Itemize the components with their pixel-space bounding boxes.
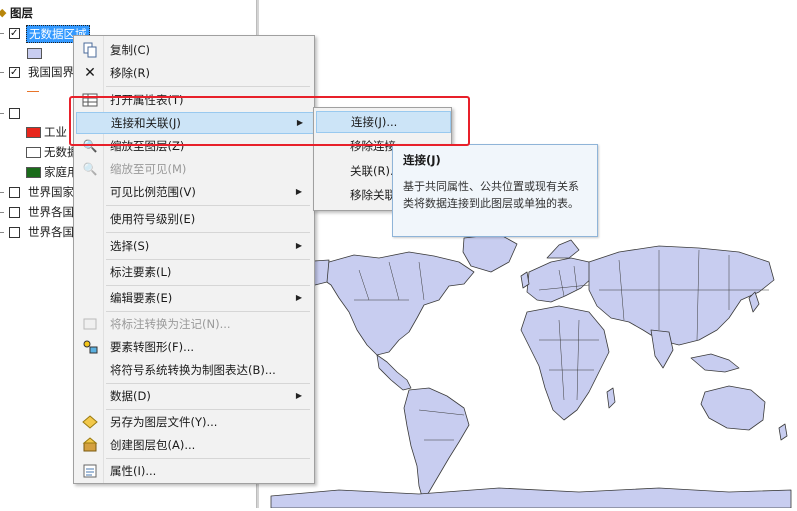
menu-item-zoom-to-visible[interactable]: 🔍 缩放至可见(M) [76,158,312,180]
menu-separator [106,285,310,286]
toc-header-label: 图层 [10,6,33,20]
tree-line [0,33,4,34]
line-symbol [27,91,39,92]
submenu-arrow-icon: ▶ [295,293,302,302]
world-map [270,233,792,509]
layer-file-icon [82,414,98,430]
layers-icon: ◆ [0,6,7,19]
polygon-symbol-swatch [27,48,42,59]
toc-layer-label[interactable]: 世界国家 [28,183,74,201]
menu-item-data[interactable]: 数据(D) ▶ [76,385,312,407]
menu-separator [106,205,310,206]
tree-line [0,192,4,193]
tree-line [0,72,4,73]
menu-separator [106,232,310,233]
layer-visibility-checkbox[interactable] [9,187,20,198]
menu-separator [106,86,310,87]
madagascar-landmass [606,387,616,409]
menu-item-create-layer-package[interactable]: 创建图层包(A)... [76,434,312,456]
submenu-arrow-icon: ▶ [295,391,302,400]
menu-item-convert-labels-to-annotation[interactable]: 将标注转换为注记(N)... [76,313,312,335]
layer-visibility-checkbox[interactable] [9,108,20,119]
legend-label: 工业 [44,125,67,139]
menu-item-convert-features-to-graphics[interactable]: 要素转图形(F)... [76,336,312,358]
central-america-landmass [376,354,412,391]
tree-line [0,232,4,233]
menu-item-save-as-layer-file[interactable]: 另存为图层文件(Y)... [76,411,312,433]
layer-context-menu: 复制(C) ✕ 移除(R) 打开属性表(T) 连接和关联(J) ▶ 🔍 缩放至图… [73,35,315,484]
menu-separator [106,383,310,384]
submenu-item-join[interactable]: 连接(J)... [316,111,451,133]
africa-landmass [520,305,610,421]
toc-layer-label[interactable]: 世界各国 [28,203,74,221]
menu-item-remove[interactable]: ✕ 移除(R) [76,62,312,84]
menu-item-open-attribute-table[interactable]: 打开属性表(T) [76,89,312,111]
zoom-visible-icon: 🔍 [82,162,98,176]
submenu-arrow-icon: ▶ [296,118,303,127]
submenu-arrow-icon: ▶ [295,187,302,196]
menu-item-copy[interactable]: 复制(C) [76,39,312,61]
zoom-to-layer-icon: 🔍 [82,139,98,153]
submenu-arrow-icon: ▶ [295,241,302,250]
menu-item-use-symbol-levels[interactable]: 使用符号级别(E) [76,208,312,230]
layer-visibility-checkbox[interactable] [9,207,20,218]
australia-landmass [700,385,766,431]
menu-separator [106,311,310,312]
antarctica-landmass [270,487,792,509]
feature-to-graphic-icon [82,339,98,355]
menu-item-convert-symbology-to-representation[interactable]: 将符号系统转换为制图表达(B)... [76,359,312,381]
properties-icon [82,463,98,479]
southeast-asia-islands [690,353,740,373]
menu-item-selection[interactable]: 选择(S) ▶ [76,235,312,257]
menu-item-label-features[interactable]: 标注要素(L) [76,261,312,283]
new-zealand-landmass [778,423,788,441]
tree-line [0,212,4,213]
layer-visibility-checkbox[interactable] [9,64,20,82]
tree-line [0,113,4,114]
join-tooltip: 连接(J) 基于共同属性、公共位置或现有关系类将数据连接到此图层或单独的表。 [392,144,598,237]
layer-visibility-checkbox[interactable] [9,227,20,238]
table-icon [82,92,98,108]
toc-layer-label[interactable]: 我国国界 [28,63,74,81]
menu-item-edit-features[interactable]: 编辑要素(E) ▶ [76,287,312,309]
copy-icon [82,42,98,58]
north-america-landmass [320,251,475,356]
greenland-landmass [462,233,518,273]
india-landmass [650,329,674,369]
tooltip-title: 连接(J) [403,153,441,167]
menu-separator [106,259,310,260]
south-america-landmass [403,387,470,501]
menu-separator [106,458,310,459]
legend-swatch [26,167,41,178]
layer-visibility-checkbox[interactable] [9,25,20,43]
layer-package-icon [82,437,98,453]
menu-item-joins-and-relates[interactable]: 连接和关联(J) ▶ [76,112,314,134]
convert-labels-icon [82,316,98,332]
remove-icon: ✕ [84,65,96,81]
legend-swatch [26,127,41,138]
europe-landmass [526,257,595,303]
tooltip-description: 基于共同属性、公共位置或现有关系类将数据连接到此图层或单独的表。 [403,180,579,210]
menu-item-properties[interactable]: 属性(I)... [76,460,312,482]
menu-separator [106,409,310,410]
toc-layer-label[interactable]: 世界各国 [28,223,74,241]
menu-item-visible-scale-range[interactable]: 可见比例范围(V) ▶ [76,181,312,203]
asia-landmass [588,245,775,346]
map-view[interactable] [259,0,797,509]
menu-item-zoom-to-layer[interactable]: 🔍 缩放至图层(Z) [76,135,312,157]
legend-swatch [26,147,41,158]
scandinavia-landmass [546,239,580,259]
toc-layer-row[interactable]: 无数据区域 [0,24,90,43]
